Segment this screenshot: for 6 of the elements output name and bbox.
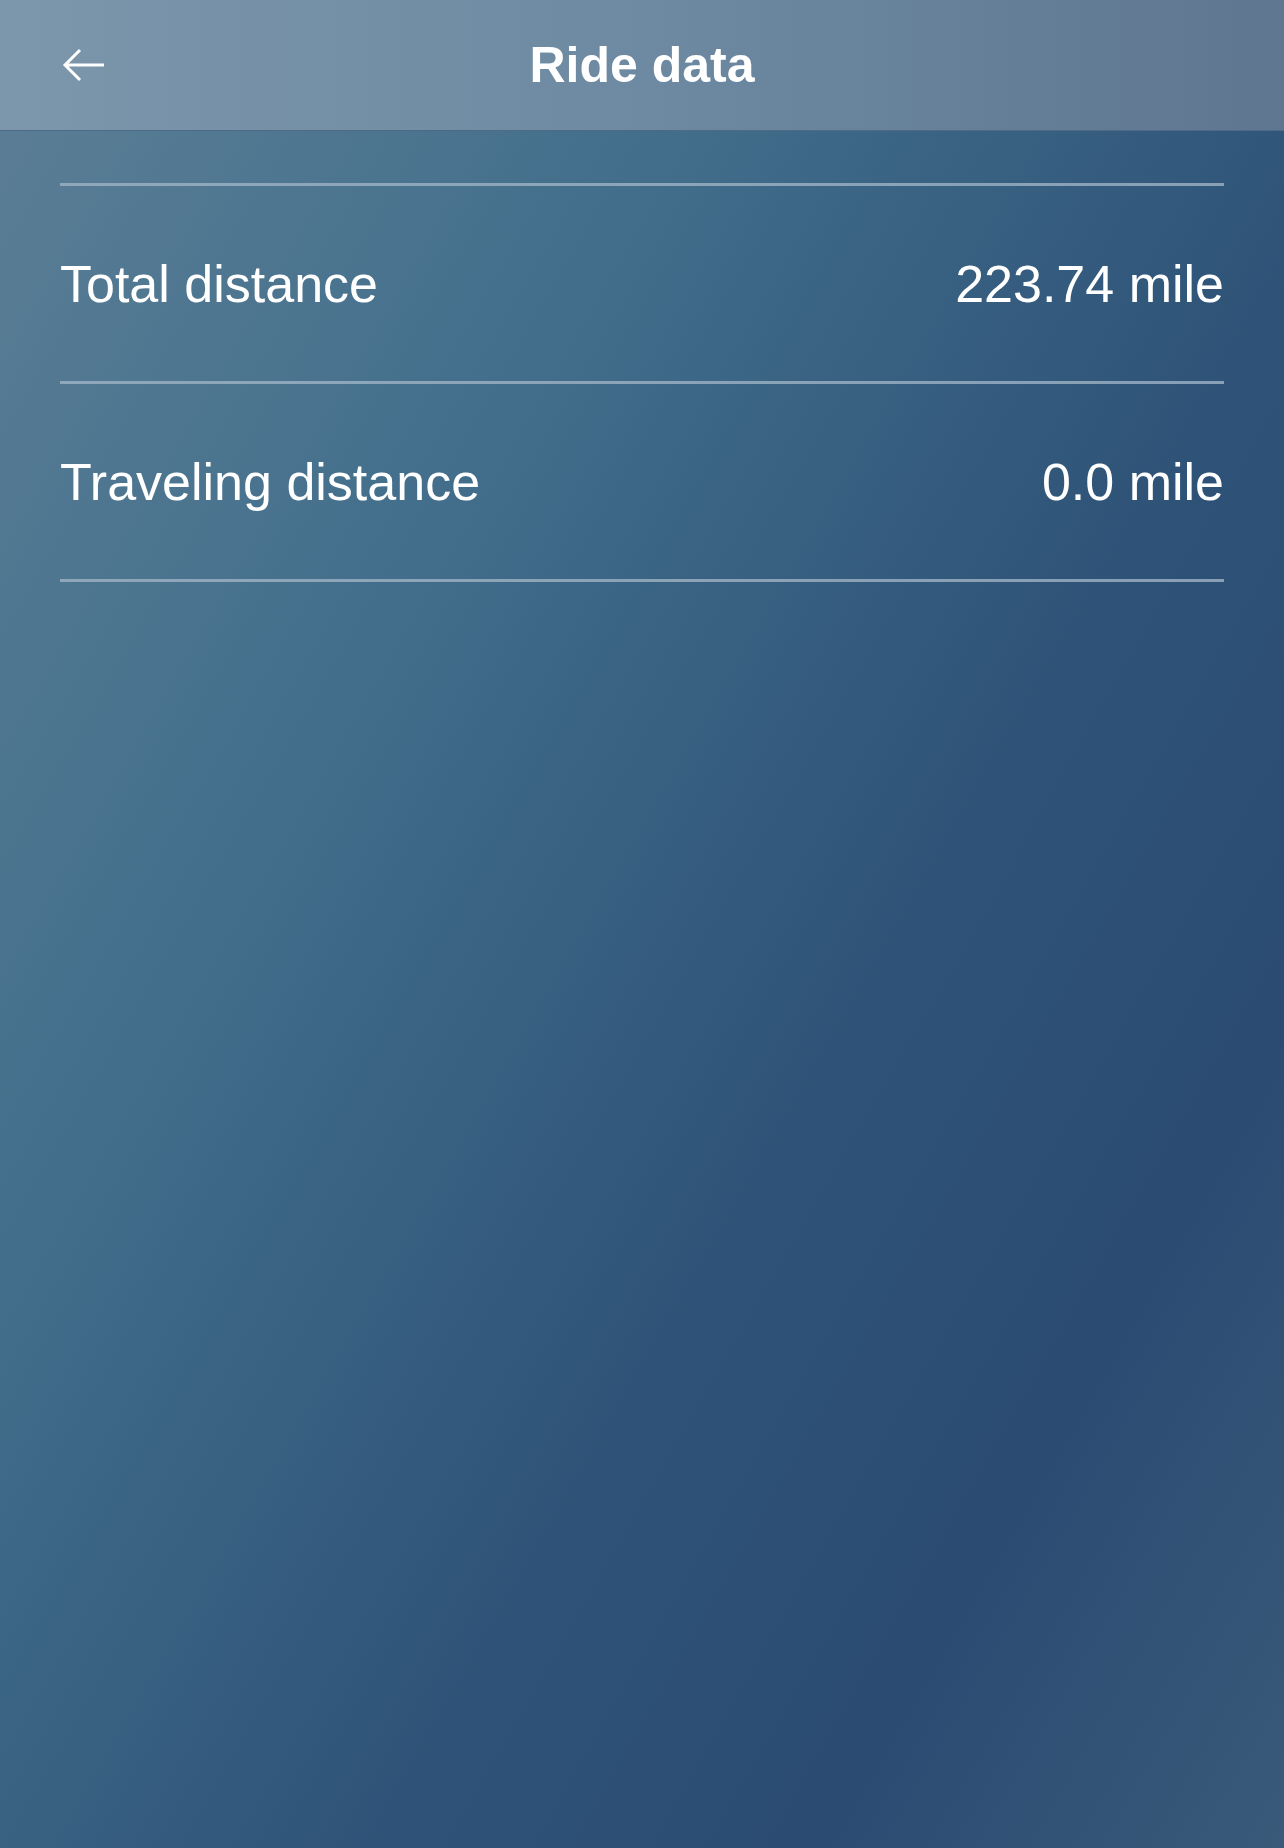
- back-arrow-icon: [62, 47, 106, 83]
- row-value: 0.0 mile: [1041, 451, 1224, 513]
- screen-title: Ride data: [529, 40, 755, 90]
- row-value: 223.74 mile: [955, 253, 1224, 315]
- row-label: Total distance: [60, 253, 378, 315]
- row-label: Traveling distance: [60, 451, 481, 513]
